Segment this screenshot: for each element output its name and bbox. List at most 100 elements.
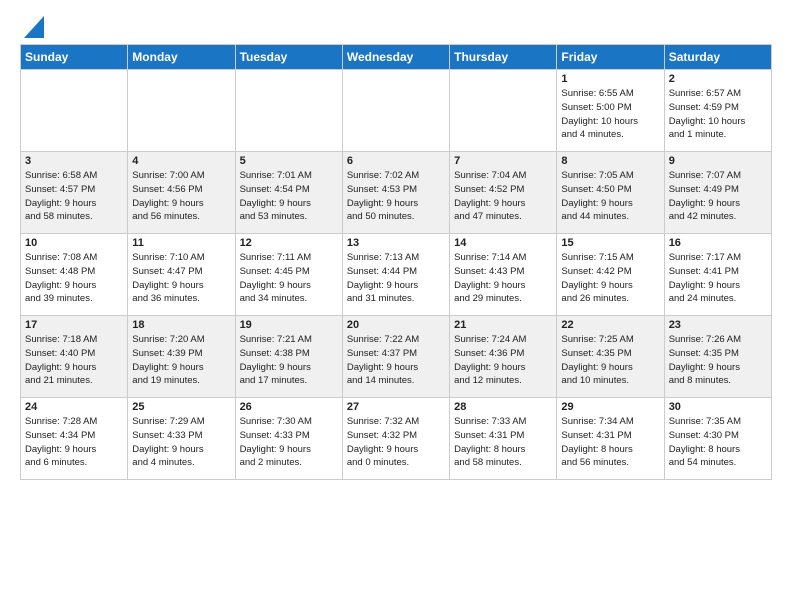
day-info: Sunrise: 7:32 AM Sunset: 4:32 PM Dayligh…	[347, 415, 445, 470]
day-number: 1	[561, 73, 659, 85]
calendar-cell: 14Sunrise: 7:14 AM Sunset: 4:43 PM Dayli…	[450, 234, 557, 316]
calendar-cell: 8 Sunrise: 7:05 AM Sunset: 4:50 PM Daylig…	[557, 152, 664, 234]
weekday-header-row: SundayMondayTuesdayWednesdayThursdayFrid…	[21, 45, 772, 70]
day-info: Sunrise: 7:20 AM Sunset: 4:39 PM Dayligh…	[132, 333, 230, 388]
week-row-5: 24Sunrise: 7:28 AM Sunset: 4:34 PM Dayli…	[21, 398, 772, 480]
header	[20, 16, 772, 36]
day-info: Sunrise: 7:14 AM Sunset: 4:43 PM Dayligh…	[454, 251, 552, 306]
day-info: Sunrise: 7:15 AM Sunset: 4:42 PM Dayligh…	[561, 251, 659, 306]
day-number: 24	[25, 401, 123, 413]
day-info: Sunrise: 7:29 AM Sunset: 4:33 PM Dayligh…	[132, 415, 230, 470]
calendar-cell: 22 Sunrise: 7:25 AM Sunset: 4:35 PM Dayli…	[557, 316, 664, 398]
calendar-cell: 16 Sunrise: 7:17 AM Sunset: 4:41 PM Dayli…	[664, 234, 771, 316]
day-info: Sunrise: 7:11 AM Sunset: 4:45 PM Dayligh…	[240, 251, 338, 306]
page: SundayMondayTuesdayWednesdayThursdayFrid…	[0, 0, 792, 490]
calendar-cell: 4 Sunrise: 7:00 AM Sunset: 4:56 PM Daylig…	[128, 152, 235, 234]
day-number: 13	[347, 237, 445, 249]
day-info: Sunrise: 7:34 AM Sunset: 4:31 PM Dayligh…	[561, 415, 659, 470]
day-info: Sunrise: 7:26 AM Sunset: 4:35 PM Dayligh…	[669, 333, 767, 388]
calendar-cell: 30 Sunrise: 7:35 AM Sunset: 4:30 PM Dayli…	[664, 398, 771, 480]
calendar-cell: 9Sunrise: 7:07 AM Sunset: 4:49 PM Daylig…	[664, 152, 771, 234]
day-number: 16	[669, 237, 767, 249]
day-number: 5	[240, 155, 338, 167]
day-info: Sunrise: 7:00 AM Sunset: 4:56 PM Dayligh…	[132, 169, 230, 224]
weekday-header-saturday: Saturday	[664, 45, 771, 70]
calendar-cell	[450, 70, 557, 152]
calendar-cell: 1 Sunrise: 6:55 AM Sunset: 5:00 PM Daylig…	[557, 70, 664, 152]
day-number: 29	[561, 401, 659, 413]
calendar-cell: 26 Sunrise: 7:30 AM Sunset: 4:33 PM Dayli…	[235, 398, 342, 480]
day-number: 15	[561, 237, 659, 249]
calendar-cell: 3 Sunrise: 6:58 AM Sunset: 4:57 PM Daylig…	[21, 152, 128, 234]
day-number: 12	[240, 237, 338, 249]
calendar-cell: 6 Sunrise: 7:02 AM Sunset: 4:53 PM Daylig…	[342, 152, 449, 234]
weekday-header-thursday: Thursday	[450, 45, 557, 70]
day-number: 23	[669, 319, 767, 331]
day-number: 3	[25, 155, 123, 167]
day-info: Sunrise: 7:02 AM Sunset: 4:53 PM Dayligh…	[347, 169, 445, 224]
day-number: 7	[454, 155, 552, 167]
day-number: 10	[25, 237, 123, 249]
calendar-cell: 19 Sunrise: 7:21 AM Sunset: 4:38 PM Dayli…	[235, 316, 342, 398]
day-info: Sunrise: 7:18 AM Sunset: 4:40 PM Dayligh…	[25, 333, 123, 388]
day-info: Sunrise: 7:35 AM Sunset: 4:30 PM Dayligh…	[669, 415, 767, 470]
calendar-cell: 15 Sunrise: 7:15 AM Sunset: 4:42 PM Dayli…	[557, 234, 664, 316]
day-info: Sunrise: 7:10 AM Sunset: 4:47 PM Dayligh…	[132, 251, 230, 306]
day-info: Sunrise: 7:17 AM Sunset: 4:41 PM Dayligh…	[669, 251, 767, 306]
calendar-cell: 28 Sunrise: 7:33 AM Sunset: 4:31 PM Dayli…	[450, 398, 557, 480]
weekday-header-tuesday: Tuesday	[235, 45, 342, 70]
day-number: 30	[669, 401, 767, 413]
calendar-cell	[235, 70, 342, 152]
day-number: 22	[561, 319, 659, 331]
day-number: 2	[669, 73, 767, 85]
day-number: 28	[454, 401, 552, 413]
day-number: 18	[132, 319, 230, 331]
day-number: 20	[347, 319, 445, 331]
weekday-header-wednesday: Wednesday	[342, 45, 449, 70]
calendar-cell: 27 Sunrise: 7:32 AM Sunset: 4:32 PM Dayli…	[342, 398, 449, 480]
calendar-cell	[128, 70, 235, 152]
day-info: Sunrise: 7:24 AM Sunset: 4:36 PM Dayligh…	[454, 333, 552, 388]
day-info: Sunrise: 7:05 AM Sunset: 4:50 PM Dayligh…	[561, 169, 659, 224]
calendar-cell: 5 Sunrise: 7:01 AM Sunset: 4:54 PM Daylig…	[235, 152, 342, 234]
calendar-cell: 18 Sunrise: 7:20 AM Sunset: 4:39 PM Dayli…	[128, 316, 235, 398]
day-info: Sunrise: 7:07 AM Sunset: 4:49 PM Dayligh…	[669, 169, 767, 224]
day-number: 8	[561, 155, 659, 167]
calendar-table: SundayMondayTuesdayWednesdayThursdayFrid…	[20, 44, 772, 480]
weekday-header-sunday: Sunday	[21, 45, 128, 70]
day-number: 21	[454, 319, 552, 331]
calendar-cell: 7 Sunrise: 7:04 AM Sunset: 4:52 PM Daylig…	[450, 152, 557, 234]
calendar-cell	[342, 70, 449, 152]
calendar-cell: 21 Sunrise: 7:24 AM Sunset: 4:36 PM Dayli…	[450, 316, 557, 398]
day-info: Sunrise: 7:25 AM Sunset: 4:35 PM Dayligh…	[561, 333, 659, 388]
week-row-2: 3 Sunrise: 6:58 AM Sunset: 4:57 PM Daylig…	[21, 152, 772, 234]
week-row-4: 17 Sunrise: 7:18 AM Sunset: 4:40 PM Dayli…	[21, 316, 772, 398]
day-info: Sunrise: 6:55 AM Sunset: 5:00 PM Dayligh…	[561, 87, 659, 142]
day-info: Sunrise: 7:01 AM Sunset: 4:54 PM Dayligh…	[240, 169, 338, 224]
logo-triangle-icon	[24, 16, 44, 38]
calendar-cell: 12 Sunrise: 7:11 AM Sunset: 4:45 PM Dayli…	[235, 234, 342, 316]
calendar-cell: 29 Sunrise: 7:34 AM Sunset: 4:31 PM Dayli…	[557, 398, 664, 480]
day-info: Sunrise: 7:21 AM Sunset: 4:38 PM Dayligh…	[240, 333, 338, 388]
calendar-cell: 23 Sunrise: 7:26 AM Sunset: 4:35 PM Dayli…	[664, 316, 771, 398]
day-number: 27	[347, 401, 445, 413]
day-info: Sunrise: 6:58 AM Sunset: 4:57 PM Dayligh…	[25, 169, 123, 224]
calendar-cell: 20 Sunrise: 7:22 AM Sunset: 4:37 PM Dayli…	[342, 316, 449, 398]
day-number: 25	[132, 401, 230, 413]
day-number: 6	[347, 155, 445, 167]
day-number: 26	[240, 401, 338, 413]
day-info: Sunrise: 7:30 AM Sunset: 4:33 PM Dayligh…	[240, 415, 338, 470]
day-number: 17	[25, 319, 123, 331]
day-info: Sunrise: 7:04 AM Sunset: 4:52 PM Dayligh…	[454, 169, 552, 224]
calendar-cell: 17 Sunrise: 7:18 AM Sunset: 4:40 PM Dayli…	[21, 316, 128, 398]
calendar-cell: 10Sunrise: 7:08 AM Sunset: 4:48 PM Dayli…	[21, 234, 128, 316]
day-info: Sunrise: 7:33 AM Sunset: 4:31 PM Dayligh…	[454, 415, 552, 470]
day-info: Sunrise: 7:22 AM Sunset: 4:37 PM Dayligh…	[347, 333, 445, 388]
week-row-1: 1 Sunrise: 6:55 AM Sunset: 5:00 PM Daylig…	[21, 70, 772, 152]
calendar-cell: 24Sunrise: 7:28 AM Sunset: 4:34 PM Dayli…	[21, 398, 128, 480]
day-info: Sunrise: 6:57 AM Sunset: 4:59 PM Dayligh…	[669, 87, 767, 142]
day-number: 19	[240, 319, 338, 331]
day-number: 4	[132, 155, 230, 167]
calendar-cell	[21, 70, 128, 152]
calendar-cell: 25 Sunrise: 7:29 AM Sunset: 4:33 PM Dayli…	[128, 398, 235, 480]
